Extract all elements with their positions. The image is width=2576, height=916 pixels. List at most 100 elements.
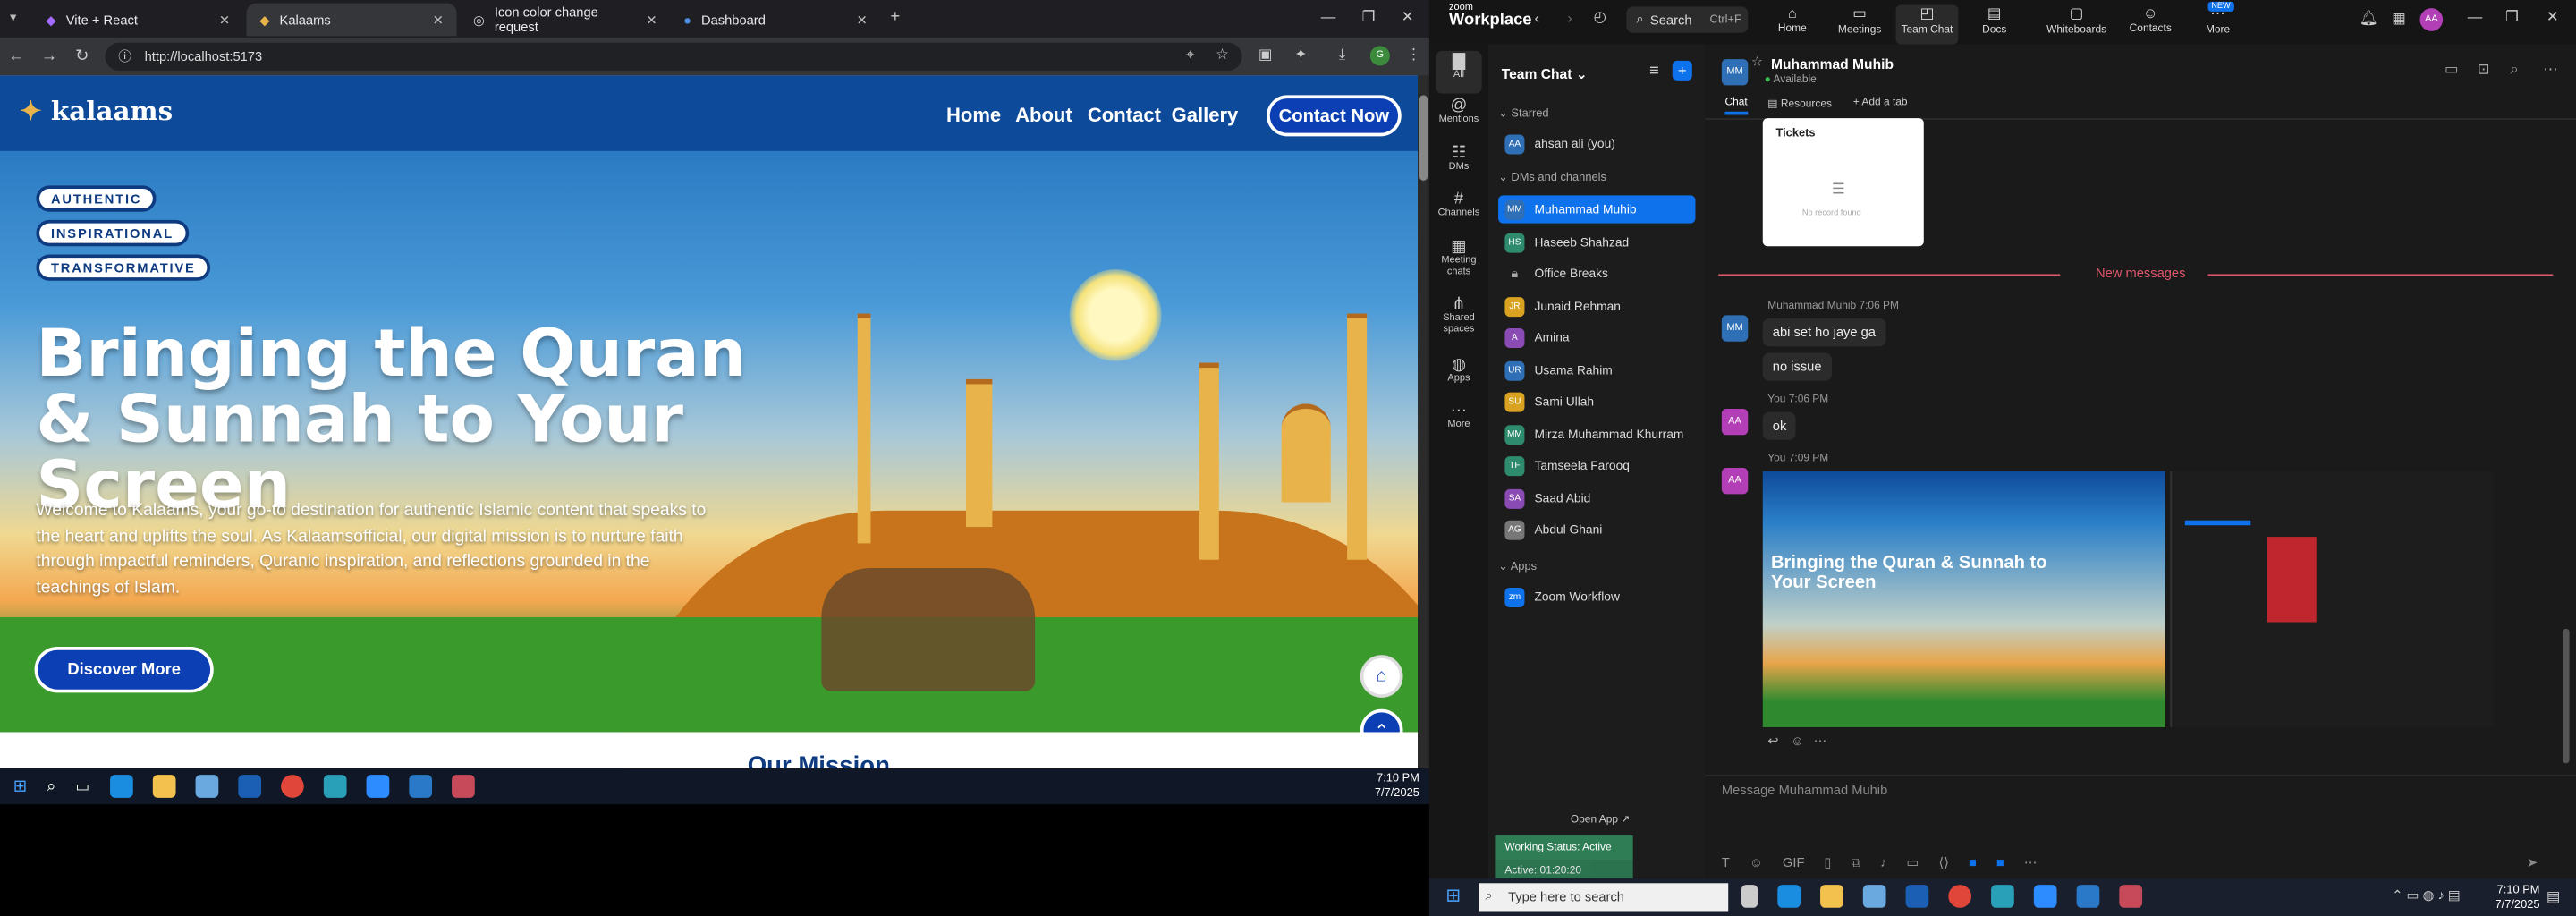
tickets-card[interactable]: Tickets ☰ No record found [1762,118,1924,247]
section-dms[interactable]: ⌄ DMs and channels [1498,171,1606,184]
emoji-react-icon[interactable]: ☺ [1791,734,1804,749]
tab-whiteboards[interactable]: ▢ Whiteboards [2042,5,2111,37]
mail-icon[interactable] [1905,885,1929,908]
list-item[interactable]: AG Abdul Ghani [1498,515,1695,543]
list-item[interactable]: UR Usama Rahim [1498,356,1695,384]
screen-share-icon[interactable]: ⊡ [2478,61,2490,79]
tab-chat[interactable]: Chat [1724,97,1748,115]
tab-add[interactable]: + Add a tab [1853,97,1908,108]
discover-more-button[interactable]: Discover More [34,647,214,693]
code-icon[interactable]: ⟨⟩ [1938,855,1948,871]
location-icon[interactable]: ⌖ [1186,46,1194,64]
vscode-icon[interactable] [2076,885,2100,908]
url-field[interactable]: ⓘ http://localhost:5173 [105,42,1242,71]
rail-meeting-chats[interactable]: ▦ Meeting chats [1429,239,1488,279]
close-icon[interactable]: ✕ [433,13,444,28]
kebab-menu-icon[interactable]: ⋮ [1406,46,1421,64]
message-bubble[interactable]: ok [1762,411,1797,440]
file-explorer-icon[interactable] [1820,885,1843,908]
filter-icon[interactable]: ≡ [1649,63,1659,81]
list-item[interactable]: AA ahsan ali (you) [1498,130,1695,157]
tab-menu-icon[interactable]: ▾ [10,10,16,25]
back-icon[interactable]: ‹ [1534,10,1539,26]
message-bubble[interactable]: no issue [1762,352,1832,381]
taskbar-search[interactable]: Type here to search [1479,883,1729,912]
zoom-search[interactable]: ⌕ Search Ctrl+F [1626,6,1749,33]
contact-now-button[interactable]: Contact Now [1267,95,1402,137]
more-icon[interactable]: ⋯ [2024,855,2038,871]
list-item[interactable]: MM Mirza Muhammad Khurram [1498,420,1695,448]
app-icon[interactable] [451,775,474,798]
close-icon[interactable]: ✕ [219,13,230,28]
app-icon[interactable]: ■ [1996,855,2004,871]
reload-icon[interactable]: ↻ [65,47,98,65]
windows-start-icon[interactable]: ⊞ [13,777,27,795]
tab-contacts[interactable]: ☺ Contacts [2119,5,2182,35]
message-bubble[interactable]: abi set ho jaye ga [1762,318,1886,347]
bell-icon[interactable]: 🔔︎ [2360,10,2378,28]
rail-dms[interactable]: ☷ DMs [1429,145,1488,174]
message-input[interactable]: Message Muhammad Muhib [1722,783,2543,798]
app-icon[interactable] [1991,885,2014,908]
nav-home[interactable]: Home [946,104,1001,127]
working-status[interactable]: Working Status: Active [1495,835,1633,861]
tab-docs[interactable]: ▤ Docs [1963,5,2026,37]
more-icon[interactable]: ⋯ [1814,734,1827,749]
close-icon[interactable]: ✕ [646,13,657,28]
store-icon[interactable] [194,775,218,798]
bookmark-star-icon[interactable]: ☆ [1216,46,1229,64]
reply-icon[interactable]: ↩ [1767,734,1778,749]
close-window-icon[interactable]: ✕ [1402,8,1414,26]
download-icon[interactable]: ⤓ [1339,46,1345,64]
nav-about[interactable]: About [1015,104,1072,127]
list-item[interactable]: TF Tamseela Farooq [1498,452,1695,479]
list-item[interactable]: 🔒︎ Office Breaks [1498,259,1695,287]
avatar[interactable]: AA [2419,8,2444,31]
gif-icon[interactable]: GIF [1783,855,1805,871]
emoji-icon[interactable]: ☺ [1750,855,1763,871]
list-item[interactable]: HS Haseeb Shahzad [1498,228,1695,256]
taskbar-clock[interactable]: 7:10 PM 7/7/2025 [2495,883,2539,912]
rail-shared-spaces[interactable]: ⋔ Shared spaces [1429,296,1488,336]
close-icon[interactable]: ✕ [856,13,867,28]
list-item[interactable]: JR Junaid Rehman [1498,293,1695,320]
list-item[interactable]: SU Sami Ullah [1498,387,1695,415]
screenshot-icon[interactable]: ⧉ [1852,855,1861,871]
mic-icon[interactable]: ♪ [1880,855,1886,871]
history-icon[interactable]: ◴ [1594,8,1606,26]
task-view-icon[interactable] [1741,885,1758,908]
section-apps[interactable]: ⌄ Apps [1498,560,1537,573]
puzzle-icon[interactable]: ✦ [1294,46,1307,64]
section-starred[interactable]: ⌄ Starred [1498,106,1549,120]
nav-gallery[interactable]: Gallery [1172,104,1239,127]
file-explorer-icon[interactable] [151,775,175,798]
rail-mentions[interactable]: @ Mentions [1429,98,1488,126]
site-logo[interactable]: ✦ kalaams [20,95,173,126]
tab-meetings[interactable]: ▭ Meetings [1828,5,1891,37]
zoom-icon[interactable] [2033,885,2057,908]
list-title[interactable]: Team Chat ⌄ [1502,65,1588,83]
chat-scrollbar[interactable] [2563,628,2570,764]
video-icon[interactable]: ▭ [2445,61,2459,79]
minimize-icon[interactable]: — [1321,8,1336,24]
maximize-icon[interactable]: ❐ [1362,8,1376,26]
rail-more[interactable]: ⋯ More [1429,403,1488,431]
chrome-icon[interactable] [1948,885,1972,908]
search-icon[interactable]: ⌕ [47,777,55,795]
send-icon[interactable]: ➤ [2527,855,2538,870]
format-icon[interactable]: T [1722,855,1730,871]
screenshot-attachment[interactable] [1762,471,2165,727]
vscode-icon[interactable] [408,775,432,798]
edge-icon[interactable] [109,775,132,798]
file-icon[interactable]: ▯ [1824,855,1831,871]
rail-channels[interactable]: # Channels [1429,191,1488,220]
list-item[interactable]: MM Muhammad Muhib [1498,195,1696,224]
tab-home[interactable]: ⌂ Home [1761,5,1824,35]
open-app-link[interactable]: Open App ↗ [1571,812,1630,826]
mosque-icon-button[interactable]: ⌂ [1360,655,1403,698]
rail-apps[interactable]: ◍ Apps [1429,357,1488,386]
list-item[interactable]: SA Saad Abid [1498,484,1695,512]
forward-icon[interactable]: › [1567,10,1572,26]
tab-kalaams[interactable]: ◆ Kalaams ✕ [246,3,457,37]
chrome-icon[interactable] [280,775,303,798]
